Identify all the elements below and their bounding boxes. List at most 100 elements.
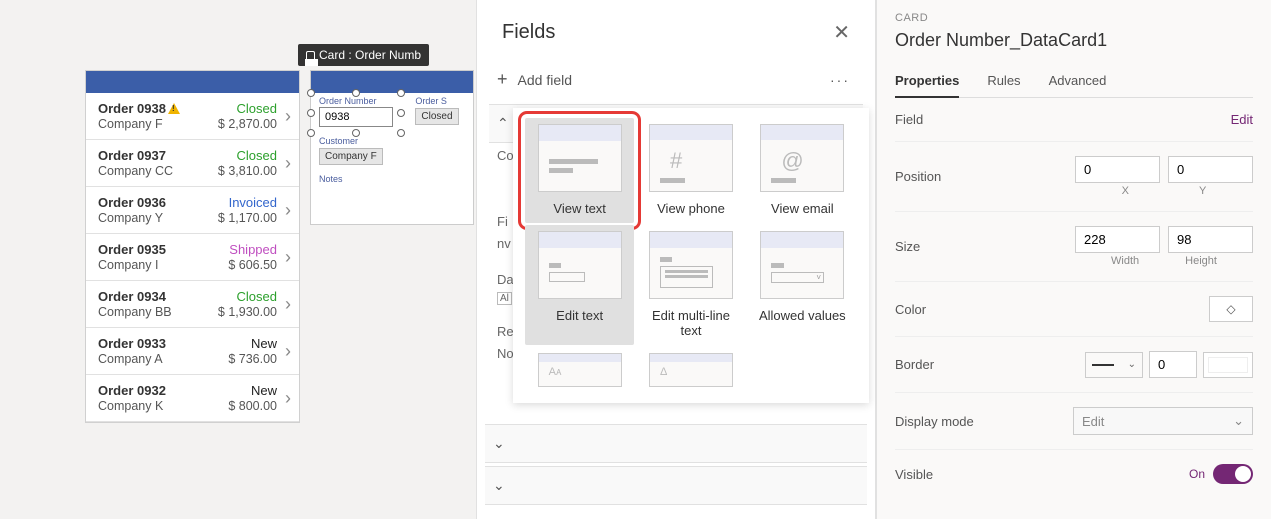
field-type-view-phone[interactable]: # View phone	[642, 124, 739, 217]
field-type-partial-2[interactable]: Δ	[642, 353, 739, 387]
order-amount: $ 736.00	[228, 352, 277, 366]
width-label: Width	[1111, 255, 1139, 267]
orders-list: Order 0938 Company F Closed $ 2,870.00 ›…	[85, 70, 300, 423]
list-item[interactable]: Order 0937 Company CC Closed $ 3,810.00 …	[86, 140, 299, 187]
width-input[interactable]	[1075, 226, 1160, 253]
order-title: Order 0932	[98, 383, 228, 398]
canvas-card[interactable]: Order Number Order S Closed Customer Com…	[310, 70, 474, 225]
chevron-down-icon: ⌄	[1233, 413, 1244, 429]
order-amount: $ 606.50	[228, 258, 277, 272]
order-status: Closed	[218, 148, 277, 163]
card-tooltip: Card : Order Numb	[298, 44, 429, 66]
order-title: Order 0936	[98, 195, 218, 210]
page-title: Order Number_DataCard1	[895, 30, 1253, 51]
visible-label: Visible	[895, 467, 1189, 482]
close-icon[interactable]: ✕	[833, 20, 850, 45]
display-mode-select[interactable]: Edit ⌄	[1073, 407, 1253, 435]
plus-icon: +	[497, 69, 508, 90]
field-type-allowed-values[interactable]: Allowed values	[754, 231, 851, 339]
height-label: Height	[1185, 255, 1217, 267]
order-amount: $ 1,170.00	[218, 211, 277, 225]
field-type-label: View email	[771, 202, 834, 217]
notes-field[interactable]: Notes	[311, 171, 473, 190]
border-color-picker[interactable]	[1203, 352, 1253, 378]
order-amount: $ 1,930.00	[218, 305, 277, 319]
accordion-collapsed-2[interactable]: ⌄	[485, 466, 867, 505]
orders-header-bar	[86, 71, 299, 93]
lock-icon	[306, 51, 315, 60]
chevron-right-icon: ›	[281, 247, 291, 268]
edit-field-link[interactable]: Edit	[1231, 112, 1253, 127]
visible-toggle[interactable]	[1213, 464, 1253, 484]
tab-properties[interactable]: Properties	[895, 73, 959, 98]
customer-value: Company F	[319, 148, 383, 165]
chevron-right-icon: ›	[281, 153, 291, 174]
field-type-view-email[interactable]: @ View email	[754, 124, 851, 217]
fields-content: ⌃ Co Fi nv Da Al Re No View text	[477, 104, 875, 143]
order-title: Order 0934	[98, 289, 218, 304]
order-company: Company BB	[98, 305, 218, 319]
height-input[interactable]	[1168, 226, 1253, 253]
y-label: Y	[1199, 185, 1206, 197]
size-label: Size	[895, 239, 1075, 254]
field-type-edit-multiline[interactable]: Edit multi-line text	[642, 231, 739, 339]
order-title: Order 0935	[98, 242, 228, 257]
border-style-select[interactable]: ⌄	[1085, 352, 1143, 378]
field-type-view-text[interactable]: View text	[525, 118, 634, 223]
field-type-edit-text[interactable]: Edit text	[525, 225, 634, 345]
list-item[interactable]: Order 0932 Company K New $ 800.00 ›	[86, 375, 299, 422]
order-status: Closed	[218, 289, 277, 304]
border-label: Border	[895, 357, 1085, 372]
bg-text: Al	[497, 292, 512, 305]
chevron-down-icon: ⌄	[493, 477, 505, 494]
display-mode-label: Display mode	[895, 414, 1073, 429]
chevron-right-icon: ›	[281, 341, 291, 362]
display-mode-value: Edit	[1082, 414, 1104, 429]
order-number-label: Order Number	[319, 96, 393, 106]
bg-text: nv	[497, 236, 511, 251]
chevron-down-icon: ⌄	[493, 435, 505, 452]
border-width-input[interactable]	[1149, 351, 1197, 378]
field-type-label: Allowed values	[759, 309, 846, 324]
field-type-picker: View text # View phone @	[513, 108, 869, 403]
more-icon[interactable]: ···	[830, 72, 850, 88]
list-item[interactable]: Order 0938 Company F Closed $ 2,870.00 ›	[86, 93, 299, 140]
order-company: Company I	[98, 258, 228, 272]
add-field-button[interactable]: + Add field	[497, 69, 572, 90]
bg-text: Da	[497, 272, 514, 287]
field-type-label: Edit multi-line text	[642, 309, 739, 339]
field-type-partial-1[interactable]: Aᴀ	[531, 353, 628, 387]
accordion-collapsed-1[interactable]: ⌄	[485, 424, 867, 463]
list-item[interactable]: Order 0933 Company A New $ 736.00 ›	[86, 328, 299, 375]
props-tabs: Properties Rules Advanced	[895, 73, 1253, 98]
order-status-value: Closed	[415, 108, 458, 125]
tab-rules[interactable]: Rules	[987, 73, 1020, 97]
color-picker[interactable]: ◇	[1209, 296, 1253, 322]
order-number-input[interactable]	[319, 107, 393, 127]
fields-title: Fields	[502, 21, 555, 44]
order-amount: $ 2,870.00	[218, 117, 277, 131]
canvas-header-bar	[311, 71, 473, 93]
warning-icon	[168, 103, 180, 114]
order-number-field[interactable]: Order Number	[311, 93, 401, 133]
list-item[interactable]: Order 0935 Company I Shipped $ 606.50 ›	[86, 234, 299, 281]
order-status: Shipped	[228, 242, 277, 257]
toggle-state-label: On	[1189, 467, 1205, 481]
properties-panel: CARD Order Number_DataCard1 Properties R…	[876, 0, 1271, 519]
position-x-input[interactable]	[1075, 156, 1160, 183]
order-title: Order 0933	[98, 336, 228, 351]
field-type-label: View text	[553, 202, 606, 217]
tab-advanced[interactable]: Advanced	[1049, 73, 1107, 97]
list-item[interactable]: Order 0934 Company BB Closed $ 1,930.00 …	[86, 281, 299, 328]
chevron-right-icon: ›	[281, 106, 291, 127]
notes-label: Notes	[319, 174, 465, 184]
order-status-label: Order S	[415, 96, 465, 106]
list-item[interactable]: Order 0936 Company Y Invoiced $ 1,170.00…	[86, 187, 299, 234]
x-label: X	[1122, 185, 1129, 197]
position-y-input[interactable]	[1168, 156, 1253, 183]
customer-field[interactable]: Customer Company F	[311, 133, 473, 171]
order-status: New	[228, 383, 277, 398]
bg-text: Co	[497, 148, 514, 163]
order-title: Order 0938	[98, 101, 218, 116]
order-status-field[interactable]: Order S Closed	[407, 93, 473, 133]
